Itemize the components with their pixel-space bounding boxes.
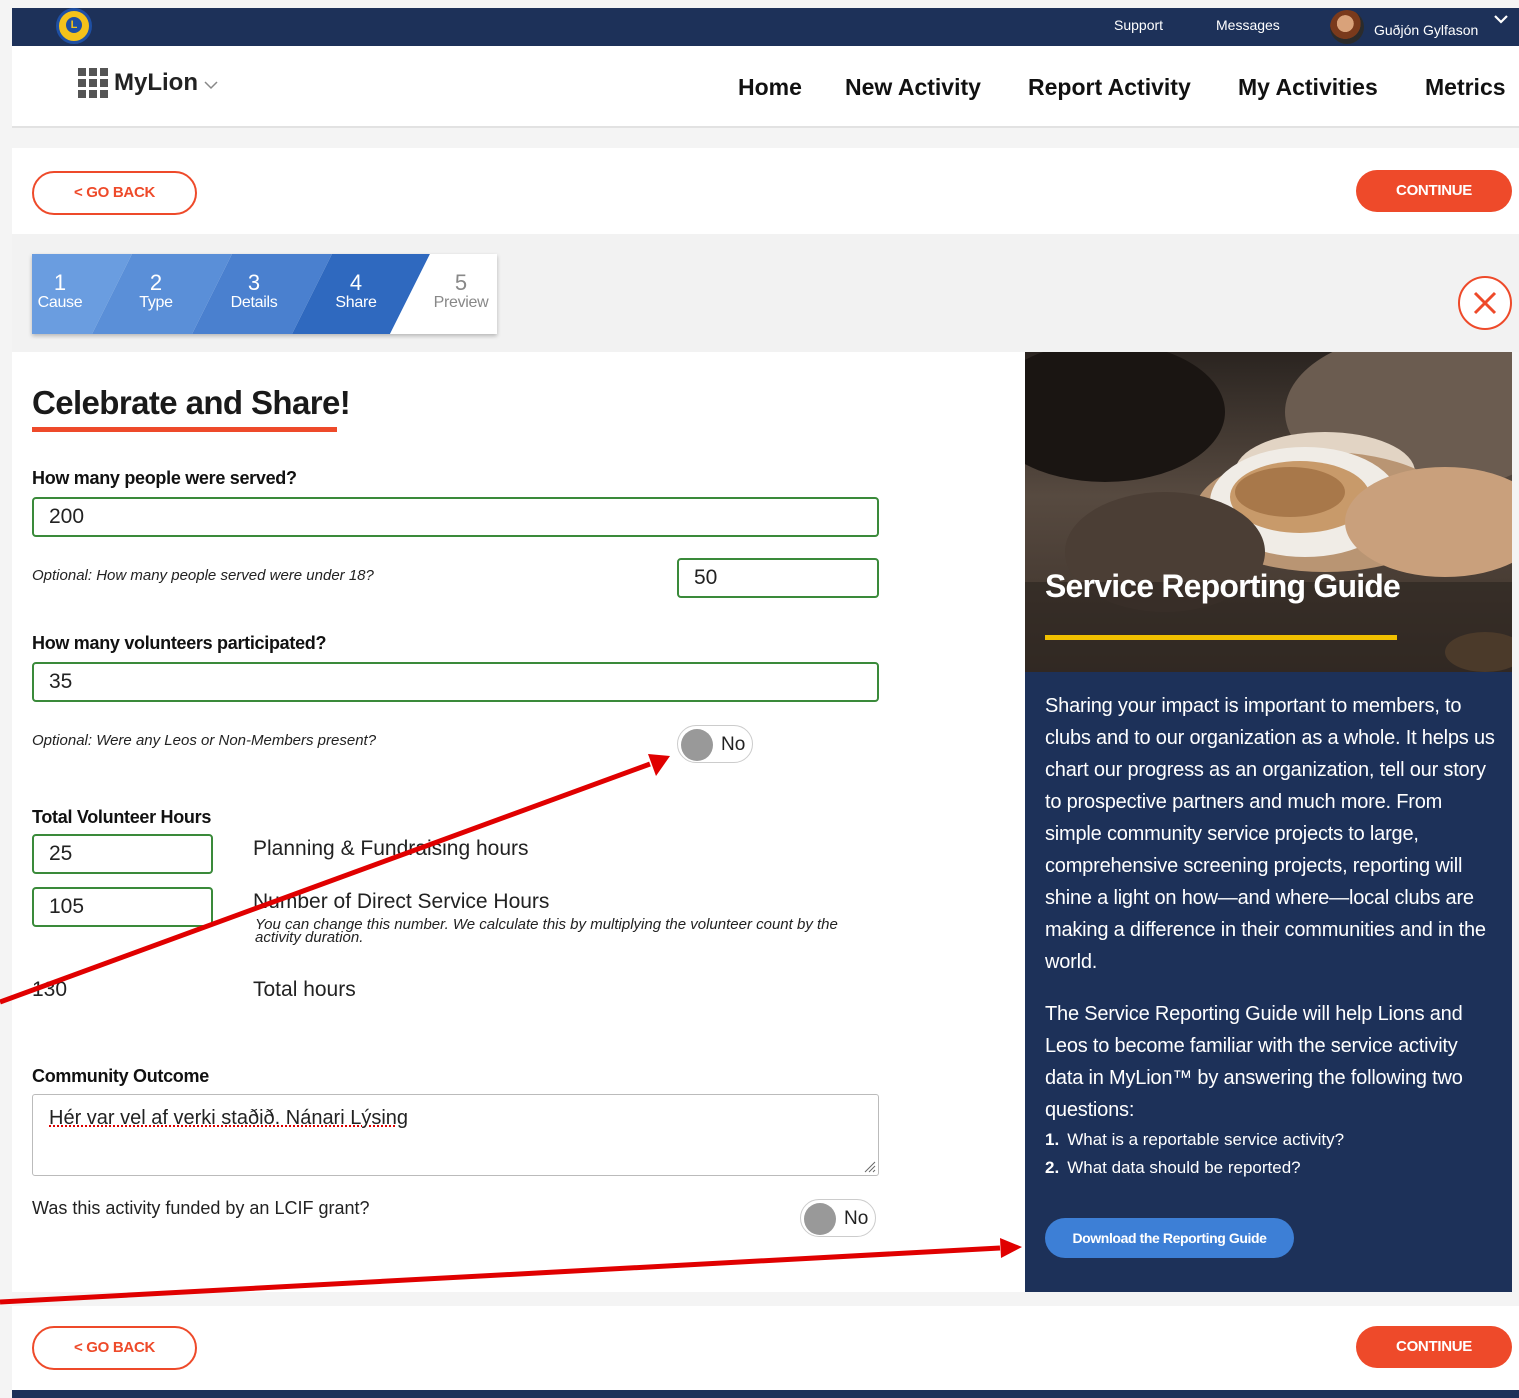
download-guide-button[interactable]: Download the Reporting Guide (1045, 1218, 1294, 1258)
volunteers-input[interactable]: 35 (32, 662, 879, 702)
toggle-knob (804, 1203, 836, 1235)
brand-menu[interactable]: MyLion (78, 68, 218, 98)
guide-paragraph-1: Sharing your impact is important to memb… (1045, 695, 1495, 973)
close-button[interactable] (1458, 276, 1512, 330)
toggle-knob (681, 729, 713, 761)
bottom-action-bar: < GO BACK CONTINUE (12, 1306, 1519, 1390)
close-icon (1473, 291, 1497, 315)
share-form: Celebrate and Share! How many people wer… (12, 352, 1025, 1292)
step-cause[interactable]: 1 Cause (20, 272, 100, 312)
main-nav: MyLion Home New Activity Report Activity… (12, 46, 1519, 128)
planning-hours-label: Planning & Fundraising hours (253, 837, 529, 860)
step-details[interactable]: 3 Details (214, 272, 294, 312)
direct-hours-label: Number of Direct Service Hours (253, 890, 550, 913)
lcif-label: Was this activity funded by an LCIF gran… (32, 1198, 370, 1218)
avatar[interactable] (1330, 10, 1364, 44)
step-preview[interactable]: 5 Preview (421, 272, 501, 312)
messages-link[interactable]: Messages (1216, 17, 1280, 33)
lions-logo[interactable]: L (56, 8, 92, 44)
nav-metrics[interactable]: Metrics (1425, 74, 1506, 101)
guide-paragraph-2: The Service Reporting Guide will help Li… (1045, 1003, 1463, 1121)
under18-input[interactable]: 50 (677, 558, 879, 598)
page-title: Celebrate and Share! (32, 384, 351, 421)
go-back-button[interactable]: < GO BACK (32, 171, 197, 215)
progress-stepper: 1 Cause 2 Type 3 Details 4 Share 5 Preview (32, 254, 497, 334)
title-underline (32, 427, 337, 432)
reporting-guide-panel: Service Reporting Guide Sharing your imp… (1025, 352, 1512, 1292)
top-action-bar: < GO BACK CONTINUE (12, 148, 1519, 234)
total-hours-value: 130 (32, 978, 68, 1001)
total-hours-label: Total hours (253, 978, 356, 1001)
brand-label: MyLion (114, 69, 198, 96)
list-item: 2. What data should be reported? (1045, 1158, 1301, 1177)
volunteer-hours-label: Total Volunteer Hours (32, 807, 212, 827)
leos-toggle[interactable]: No (677, 725, 753, 763)
people-served-input[interactable]: 200 (32, 497, 879, 537)
progress-section: 1 Cause 2 Type 3 Details 4 Share 5 Preview (12, 234, 1519, 352)
guide-photo: Service Reporting Guide (1025, 352, 1512, 672)
top-bar: L Support Messages Guðjón Gylfason (12, 8, 1519, 46)
support-link[interactable]: Support (1114, 17, 1163, 33)
leos-label: Optional: Were any Leos or Non-Members p… (32, 732, 377, 749)
user-name[interactable]: Guðjón Gylfason (1374, 22, 1478, 38)
resize-handle-icon[interactable] (862, 1159, 876, 1173)
leos-toggle-label: No (721, 734, 746, 755)
planning-hours-input[interactable]: 25 (32, 834, 213, 874)
step-share[interactable]: 4 Share (316, 272, 396, 312)
nav-new-activity[interactable]: New Activity (845, 74, 981, 101)
direct-hours-input[interactable]: 105 (32, 887, 213, 927)
lcif-toggle-label: No (844, 1208, 869, 1229)
list-item: 1. What is a reportable service activity? (1045, 1130, 1345, 1149)
nav-report-activity[interactable]: Report Activity (1028, 74, 1191, 101)
footer-bar (12, 1390, 1519, 1398)
under18-label: Optional: How many people served were un… (32, 567, 374, 584)
chevron-down-icon[interactable] (1494, 12, 1508, 26)
people-served-label: How many people were served? (32, 468, 297, 488)
go-back-button[interactable]: < GO BACK (32, 1326, 197, 1370)
chevron-down-icon (204, 81, 218, 90)
guide-title-bar (1045, 635, 1397, 640)
guide-title: Service Reporting Guide (1045, 568, 1401, 604)
nav-my-activities[interactable]: My Activities (1238, 74, 1378, 101)
grid-icon (78, 68, 108, 98)
lcif-toggle[interactable]: No (800, 1199, 876, 1237)
guide-questions: 1. What is a reportable service activity?… (1045, 1126, 1500, 1182)
nav-home[interactable]: Home (738, 74, 802, 101)
community-outcome-label: Community Outcome (32, 1066, 209, 1086)
continue-button[interactable]: CONTINUE (1356, 170, 1512, 212)
community-outcome-text: Hér var vel af verki staðið. Nánari Lýsi… (49, 1107, 409, 1129)
continue-button[interactable]: CONTINUE (1356, 1326, 1512, 1368)
community-outcome-textarea[interactable]: Hér var vel af verki staðið. Nánari Lýsi… (32, 1094, 879, 1176)
volunteers-label: How many volunteers participated? (32, 633, 327, 653)
step-type[interactable]: 2 Type (116, 272, 196, 312)
direct-hours-note: You can change this number. We calculate… (255, 916, 838, 946)
